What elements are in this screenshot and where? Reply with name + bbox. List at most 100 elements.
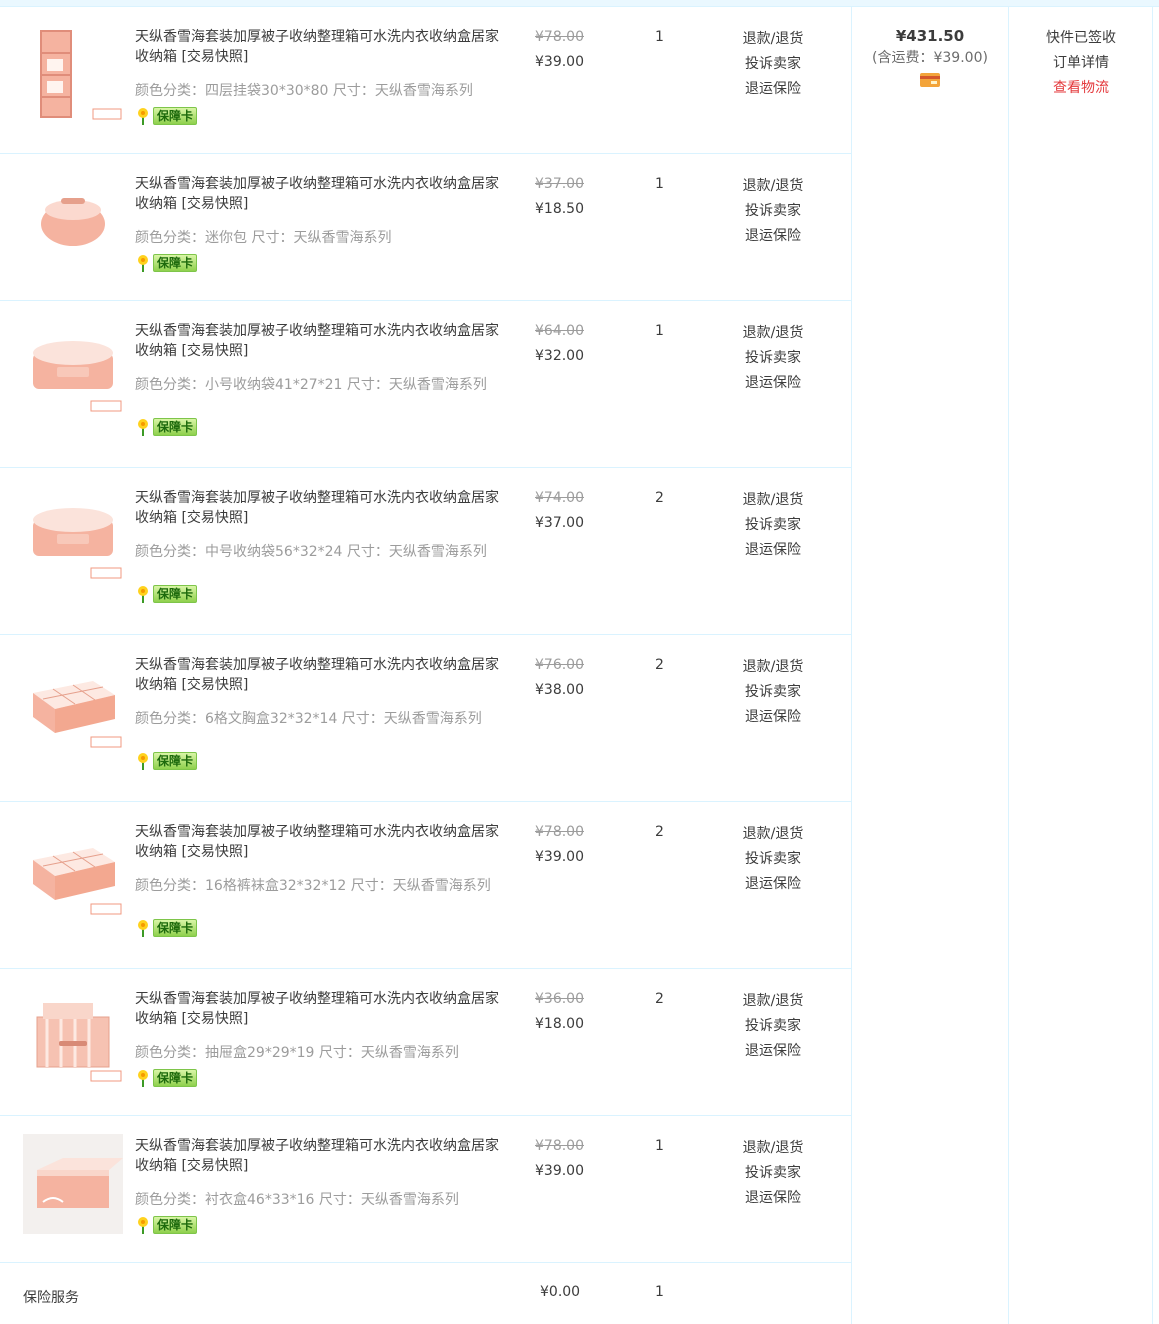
refund-return-link[interactable]: 退款/退货 — [737, 321, 809, 346]
product-title[interactable]: 天纵香雪海套装加厚被子收纳整理箱可水洗内衣收纳盒居家收纳箱 [交易快照] — [135, 27, 505, 67]
item-actions: 退款/退货 投诉卖家 退运保险 — [737, 488, 809, 563]
order-item-row: 天纵香雪海套装加厚被子收纳整理箱可水洗内衣收纳盒居家收纳箱 [交易快照] 颜色分… — [0, 154, 851, 301]
item-actions: 退款/退货 投诉卖家 退运保险 — [737, 989, 809, 1064]
refund-return-link[interactable]: 退款/退货 — [737, 174, 809, 199]
guarantee-badge-label: 保障卡 — [153, 107, 198, 125]
insurance-qty: 1 — [655, 1284, 664, 1300]
item-actions: 退款/退货 投诉卖家 退运保险 — [737, 822, 809, 897]
unit-price: ¥18.00 — [535, 1016, 584, 1032]
original-price: ¥78.00 — [535, 29, 584, 45]
guarantee-badge-label: 保障卡 — [153, 919, 198, 937]
quantity: 1 — [655, 1138, 664, 1154]
product-title[interactable]: 天纵香雪海套装加厚被子收纳整理箱可水洗内衣收纳盒居家收纳箱 [交易快照] — [135, 822, 505, 862]
guarantee-badge-label: 保障卡 — [153, 1216, 198, 1234]
unit-price: ¥32.00 — [535, 348, 584, 364]
table-top-border — [0, 0, 1159, 7]
shipping-fee: (含运费：¥39.00) — [872, 50, 988, 66]
order-item-row: 天纵香雪海套装加厚被子收纳整理箱可水洗内衣收纳盒居家收纳箱 [交易快照] 颜色分… — [0, 635, 851, 802]
return-insurance-link[interactable]: 退运保险 — [737, 705, 809, 730]
complain-seller-link[interactable]: 投诉卖家 — [737, 52, 809, 77]
card-icon[interactable] — [920, 73, 940, 87]
guarantee-badge[interactable]: 保障卡 — [135, 919, 201, 937]
column-divider — [851, 7, 852, 1324]
original-price: ¥64.00 — [535, 323, 584, 339]
refund-return-link[interactable]: 退款/退货 — [737, 822, 809, 847]
original-price: ¥74.00 — [535, 490, 584, 506]
order-item-row: 天纵香雪海套装加厚被子收纳整理箱可水洗内衣收纳盒居家收纳箱 [交易快照] 颜色分… — [0, 468, 851, 635]
product-sku: 颜色分类：中号收纳袋56*32*24 尺寸：天纵香雪海系列 — [135, 544, 487, 560]
product-title[interactable]: 天纵香雪海套装加厚被子收纳整理箱可水洗内衣收纳盒居家收纳箱 [交易快照] — [135, 1136, 505, 1176]
product-title[interactable]: 天纵香雪海套装加厚被子收纳整理箱可水洗内衣收纳盒居家收纳箱 [交易快照] — [135, 321, 505, 361]
order-items: 天纵香雪海套装加厚被子收纳整理箱可水洗内衣收纳盒居家收纳箱 [交易快照] 颜色分… — [0, 7, 851, 1323]
product-title[interactable]: 天纵香雪海套装加厚被子收纳整理箱可水洗内衣收纳盒居家收纳箱 [交易快照] — [135, 174, 505, 214]
unit-price: ¥18.50 — [535, 201, 584, 217]
flower-icon — [138, 419, 148, 436]
return-insurance-link[interactable]: 退运保险 — [737, 538, 809, 563]
refund-return-link[interactable]: 退款/退货 — [737, 27, 809, 52]
column-divider — [1152, 7, 1153, 1324]
quantity: 2 — [655, 991, 664, 1007]
item-actions: 退款/退货 投诉卖家 退运保险 — [737, 321, 809, 396]
guarantee-badge-label: 保障卡 — [153, 585, 198, 603]
guarantee-badge-label: 保障卡 — [153, 752, 198, 770]
original-price: ¥37.00 — [535, 176, 584, 192]
guarantee-badge[interactable]: 保障卡 — [135, 107, 201, 125]
insurance-label: 保险服务 — [23, 1290, 79, 1306]
product-sku: 颜色分类：小号收纳袋41*27*21 尺寸：天纵香雪海系列 — [135, 377, 487, 393]
order-item-row: 天纵香雪海套装加厚被子收纳整理箱可水洗内衣收纳盒居家收纳箱 [交易快照] 颜色分… — [0, 7, 851, 154]
return-insurance-link[interactable]: 退运保险 — [737, 1186, 809, 1211]
item-actions: 退款/退货 投诉卖家 退运保险 — [737, 1136, 809, 1211]
refund-return-link[interactable]: 退款/退货 — [737, 1136, 809, 1161]
original-price: ¥76.00 — [535, 657, 584, 673]
guarantee-badge[interactable]: 保障卡 — [135, 418, 201, 436]
guarantee-badge[interactable]: 保障卡 — [135, 585, 201, 603]
guarantee-badge[interactable]: 保障卡 — [135, 254, 201, 272]
flower-icon — [138, 1217, 148, 1234]
return-insurance-link[interactable]: 退运保险 — [737, 1039, 809, 1064]
refund-return-link[interactable]: 退款/退货 — [737, 989, 809, 1014]
product-title[interactable]: 天纵香雪海套装加厚被子收纳整理箱可水洗内衣收纳盒居家收纳箱 [交易快照] — [135, 488, 505, 528]
flower-icon — [138, 108, 148, 125]
item-actions: 退款/退货 投诉卖家 退运保险 — [737, 27, 809, 102]
unit-price: ¥39.00 — [535, 1163, 584, 1179]
complain-seller-link[interactable]: 投诉卖家 — [737, 346, 809, 371]
quantity: 1 — [655, 176, 664, 192]
order-detail-link[interactable]: 订单详情 — [1010, 51, 1152, 76]
refund-return-link[interactable]: 退款/退货 — [737, 488, 809, 513]
complain-seller-link[interactable]: 投诉卖家 — [737, 680, 809, 705]
guarantee-badge[interactable]: 保障卡 — [135, 1069, 201, 1087]
view-logistics-link[interactable]: 查看物流 — [1010, 76, 1152, 101]
order-item-row: 天纵香雪海套装加厚被子收纳整理箱可水洗内衣收纳盒居家收纳箱 [交易快照] 颜色分… — [0, 301, 851, 468]
guarantee-badge-label: 保障卡 — [153, 1069, 198, 1087]
complain-seller-link[interactable]: 投诉卖家 — [737, 513, 809, 538]
return-insurance-link[interactable]: 退运保险 — [737, 371, 809, 396]
refund-return-link[interactable]: 退款/退货 — [737, 655, 809, 680]
complain-seller-link[interactable]: 投诉卖家 — [737, 1161, 809, 1186]
complain-seller-link[interactable]: 投诉卖家 — [737, 199, 809, 224]
insurance-price: ¥0.00 — [540, 1284, 581, 1300]
complain-seller-link[interactable]: 投诉卖家 — [737, 1014, 809, 1039]
unit-price: ¥38.00 — [535, 682, 584, 698]
column-divider — [1008, 7, 1009, 1324]
order-item-row: 天纵香雪海套装加厚被子收纳整理箱可水洗内衣收纳盒居家收纳箱 [交易快照] 颜色分… — [0, 1116, 851, 1263]
guarantee-badge-label: 保障卡 — [153, 418, 198, 436]
insurance-row: 保险服务 ¥0.00 1 — [0, 1263, 851, 1323]
return-insurance-link[interactable]: 退运保险 — [737, 77, 809, 102]
quantity: 2 — [655, 824, 664, 840]
guarantee-badge[interactable]: 保障卡 — [135, 752, 201, 770]
flower-icon — [138, 920, 148, 937]
quantity: 2 — [655, 490, 664, 506]
item-actions: 退款/退货 投诉卖家 退运保险 — [737, 655, 809, 730]
quantity: 2 — [655, 657, 664, 673]
product-title[interactable]: 天纵香雪海套装加厚被子收纳整理箱可水洗内衣收纳盒居家收纳箱 [交易快照] — [135, 655, 505, 695]
complain-seller-link[interactable]: 投诉卖家 — [737, 847, 809, 872]
flower-icon — [138, 255, 148, 272]
product-title[interactable]: 天纵香雪海套装加厚被子收纳整理箱可水洗内衣收纳盒居家收纳箱 [交易快照] — [135, 989, 505, 1029]
product-sku: 颜色分类：衬衣盒46*33*16 尺寸：天纵香雪海系列 — [135, 1192, 459, 1208]
original-price: ¥78.00 — [535, 1138, 584, 1154]
return-insurance-link[interactable]: 退运保险 — [737, 872, 809, 897]
product-sku: 颜色分类：6格文胸盒32*32*14 尺寸：天纵香雪海系列 — [135, 711, 482, 727]
return-insurance-link[interactable]: 退运保险 — [737, 224, 809, 249]
guarantee-badge[interactable]: 保障卡 — [135, 1216, 201, 1234]
product-sku: 颜色分类：16格裤袜盒32*32*12 尺寸：天纵香雪海系列 — [135, 878, 491, 894]
